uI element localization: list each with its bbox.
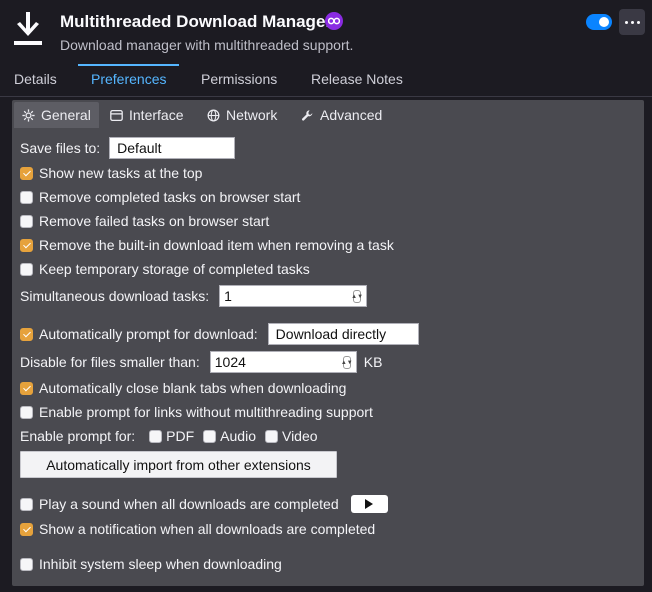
subtab-general-label: General [41, 107, 91, 123]
subtab-network[interactable]: Network [199, 102, 285, 128]
window-icon [110, 109, 123, 121]
checkbox[interactable] [20, 497, 33, 511]
subtab-advanced-label: Advanced [320, 107, 383, 123]
stepper-icon[interactable]: ▲▼ [351, 290, 363, 303]
tab-permissions[interactable]: Permissions [188, 64, 290, 97]
option-remove-completed-on-start[interactable]: Remove completed tasks on browser start [20, 189, 300, 205]
option-label: Enable prompt for links without multithr… [39, 404, 373, 420]
subtab-interface[interactable]: Interface [102, 102, 191, 128]
extension-description: Download manager with multithreaded supp… [60, 37, 354, 53]
toggle-knob [599, 17, 609, 27]
gear-icon [22, 108, 35, 122]
video-label: Video [281, 428, 318, 444]
tab-release-notes[interactable]: Release Notes [298, 64, 416, 97]
play-icon[interactable] [350, 495, 388, 513]
private-browsing-badge-icon [325, 12, 343, 30]
tab-details[interactable]: Details [1, 64, 70, 97]
dot-icon [636, 20, 640, 24]
dot-icon [630, 20, 634, 24]
simultaneous-tasks-row: Simultaneous download tasks: 1 ▲▼ [20, 285, 368, 307]
globe-icon [207, 109, 220, 121]
size-unit-label: KB [363, 354, 383, 370]
checkbox[interactable] [20, 405, 33, 419]
extension-header: Multithreaded Download Manager Download … [0, 0, 652, 64]
checkbox[interactable] [20, 238, 33, 252]
disable-smaller-label: Disable for files smaller than: [20, 354, 200, 370]
auto-prompt-select[interactable]: Download directly [267, 323, 419, 345]
disable-smaller-value: 1024 [214, 354, 246, 370]
save-files-row: Save files to: Default [20, 137, 236, 159]
extension-title: Multithreaded Download Manager [60, 12, 333, 31]
preferences-panel: General Interface Network Advanced Save … [12, 100, 644, 586]
option-auto-close-blank-tabs[interactable]: Automatically close blank tabs when down… [20, 380, 346, 396]
auto-prompt-label: Automatically prompt for download: [39, 326, 258, 342]
option-label: Keep temporary storage of completed task… [39, 261, 310, 277]
option-show-notification[interactable]: Show a notification when all downloads a… [20, 521, 375, 537]
checkbox[interactable] [20, 262, 33, 276]
checkbox[interactable] [20, 166, 33, 180]
more-options-button[interactable] [619, 9, 645, 35]
option-show-new-tasks-top[interactable]: Show new tasks at the top [20, 165, 202, 181]
option-label: Show new tasks at the top [39, 165, 203, 181]
option-label: Remove failed tasks on browser start [39, 213, 270, 229]
simultaneous-tasks-label: Simultaneous download tasks: [20, 288, 210, 304]
play-sound-label: Play a sound when all downloads are comp… [39, 496, 339, 512]
stepper-icon[interactable]: ▲▼ [341, 356, 353, 369]
play-sound-row: Play a sound when all downloads are comp… [20, 495, 388, 513]
save-files-label: Save files to: [20, 140, 101, 156]
option-label: Inhibit system sleep when downloading [39, 556, 282, 572]
simultaneous-tasks-input[interactable]: 1 ▲▼ [219, 285, 368, 307]
option-label: Show a notification when all downloads a… [39, 521, 376, 537]
subtab-network-label: Network [226, 107, 278, 123]
checkbox[interactable] [20, 381, 33, 395]
option-remove-builtin-download-item[interactable]: Remove the built-in download item when r… [20, 237, 394, 253]
subtab-interface-label: Interface [129, 107, 184, 123]
pdf-label: PDF [166, 428, 195, 444]
auto-prompt-row: Automatically prompt for download: Downl… [20, 323, 419, 345]
option-keep-temporary-storage[interactable]: Keep temporary storage of completed task… [20, 261, 310, 277]
checkbox[interactable] [20, 522, 33, 536]
option-label: Remove completed tasks on browser start [39, 189, 301, 205]
enable-prompt-for-label: Enable prompt for: [20, 428, 136, 444]
main-tabs: Details Preferences Permissions Release … [0, 64, 652, 97]
checkbox[interactable] [20, 214, 33, 228]
wrench-icon [301, 109, 313, 121]
checkbox[interactable] [20, 327, 33, 341]
checkbox-video[interactable] [264, 429, 278, 443]
enable-prompt-for-row: Enable prompt for: PDF Audio Video [20, 428, 318, 444]
disable-smaller-input[interactable]: 1024 ▲▼ [209, 351, 357, 373]
preferences-subtabs: General Interface Network Advanced [12, 100, 644, 128]
option-label: Remove the built-in download item when r… [39, 237, 394, 253]
option-prompt-non-multithreaded[interactable]: Enable prompt for links without multithr… [20, 404, 373, 420]
checkbox[interactable] [20, 557, 33, 571]
import-extensions-button[interactable]: Automatically import from other extensio… [20, 451, 337, 478]
checkbox-pdf[interactable] [149, 429, 163, 443]
simultaneous-tasks-value: 1 [224, 288, 232, 304]
audio-label: Audio [220, 428, 256, 444]
checkbox[interactable] [20, 190, 33, 204]
tab-preferences[interactable]: Preferences [78, 64, 180, 97]
subtab-advanced[interactable]: Advanced [293, 102, 390, 128]
dot-icon [624, 20, 628, 24]
enable-toggle[interactable] [586, 14, 612, 30]
save-files-field[interactable]: Default [109, 137, 236, 159]
download-arrow-icon [14, 12, 42, 45]
checkbox-audio[interactable] [203, 429, 217, 443]
option-inhibit-sleep[interactable]: Inhibit system sleep when downloading [20, 556, 282, 572]
subtab-general[interactable]: General [14, 102, 99, 128]
option-label: Automatically close blank tabs when down… [39, 380, 347, 396]
disable-smaller-row: Disable for files smaller than: 1024 ▲▼ … [20, 351, 382, 373]
option-remove-failed-on-start[interactable]: Remove failed tasks on browser start [20, 213, 269, 229]
